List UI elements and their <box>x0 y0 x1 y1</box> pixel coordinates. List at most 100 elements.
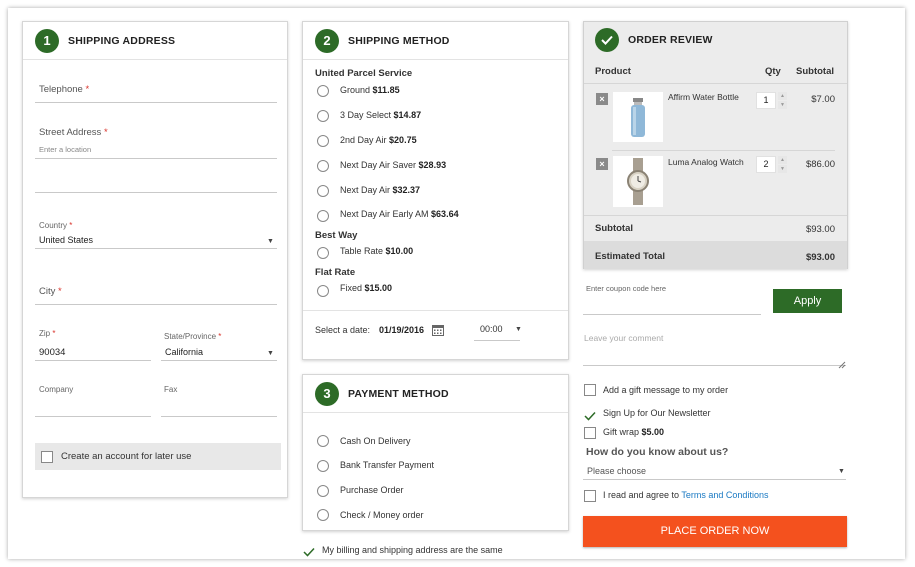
payment-radio[interactable] <box>317 435 329 447</box>
telephone-label: Telephone * <box>39 84 90 95</box>
create-account-checkbox[interactable] <box>41 451 53 463</box>
telephone-field[interactable] <box>35 102 277 103</box>
divider <box>612 150 835 151</box>
state-label: State/Province * <box>164 332 222 341</box>
rate-radio[interactable] <box>317 110 329 122</box>
payment-option: Bank Transfer Payment <box>340 460 435 470</box>
rate-radio[interactable] <box>317 185 329 197</box>
rate-option: 3 Day Select $14.87 <box>340 110 422 120</box>
payment-method-panel: 3 PAYMENT METHOD Cash On Delivery Bank T… <box>302 374 569 531</box>
item-subtotal: $86.00 <box>805 159 835 170</box>
rate-option: Next Day Air Early AM $63.64 <box>340 209 459 219</box>
chevron-down-icon: ▼ <box>267 350 274 357</box>
zip-label: Zip * <box>39 329 56 338</box>
fax-field[interactable] <box>161 416 277 417</box>
rate-option: Next Day Air $32.37 <box>340 185 421 195</box>
divider <box>584 83 847 84</box>
state-underline <box>161 360 277 361</box>
company-field[interactable] <box>35 416 151 417</box>
terms-link[interactable]: Terms and Conditions <box>681 490 768 500</box>
checkmark-icon[interactable] <box>584 408 596 421</box>
gift-message-checkbox[interactable] <box>584 384 596 396</box>
company-label: Company <box>39 385 74 394</box>
shipping-method-title: SHIPPING METHOD <box>348 34 450 47</box>
remove-item-button[interactable]: × <box>596 158 608 170</box>
payment-radio[interactable] <box>317 509 329 521</box>
gift-wrap-label: Gift wrap $5.00 <box>603 427 665 437</box>
country-label: Country * <box>39 221 73 230</box>
shipping-address-panel: 1 SHIPPING ADDRESS Telephone * Street Ad… <box>22 21 288 498</box>
resize-handle-icon[interactable] <box>837 356 846 369</box>
how-know-label: How do you know about us? <box>586 446 729 458</box>
gift-message-label: Add a gift message to my order <box>603 385 729 395</box>
calendar-icon[interactable] <box>432 323 444 336</box>
remove-item-button[interactable]: × <box>596 93 608 105</box>
rate-radio[interactable] <box>317 247 329 259</box>
rate-option: Ground $11.85 <box>340 85 400 95</box>
estimated-total-label: Estimated Total <box>595 251 666 262</box>
qty-input[interactable]: 1 <box>756 92 776 109</box>
zip-input[interactable]: 90034 <box>39 347 65 358</box>
delivery-time-select[interactable]: 00:00 <box>480 324 503 334</box>
col-qty-header: Qty <box>765 66 781 77</box>
col-product-header: Product <box>595 66 631 77</box>
item-name: Affirm Water Bottle <box>668 92 739 102</box>
order-review-header: ORDER REVIEW <box>584 22 847 58</box>
qty-stepper[interactable]: ▲ ▼ <box>778 92 787 109</box>
city-label: City * <box>39 286 62 297</box>
shipping-method-header: 2 SHIPPING METHOD <box>303 22 568 60</box>
payment-option: Cash On Delivery <box>340 436 411 446</box>
item-subtotal: $7.00 <box>811 94 835 105</box>
zip-underline <box>35 360 151 361</box>
carrier-ups-title: United Parcel Service <box>315 68 413 79</box>
time-underline <box>474 340 520 341</box>
rate-radio[interactable] <box>317 210 329 222</box>
gift-wrap-checkbox[interactable] <box>584 427 596 439</box>
item-name: Luma Analog Watch <box>668 157 744 167</box>
rate-radio[interactable] <box>317 135 329 147</box>
shipping-address-header: 1 SHIPPING ADDRESS <box>23 22 287 60</box>
divider <box>303 310 568 311</box>
divider <box>584 215 847 216</box>
comment-underline <box>583 365 846 366</box>
rate-option: Next Day Air Saver $28.93 <box>340 160 447 170</box>
street-address-line-2[interactable] <box>35 192 277 193</box>
qty-stepper[interactable]: ▲ ▼ <box>778 156 787 173</box>
rate-radio[interactable] <box>317 285 329 297</box>
create-account-row[interactable]: Create an account for later use <box>35 443 281 470</box>
comment-textarea[interactable]: Leave your comment <box>584 333 663 343</box>
step-number-1: 1 <box>35 28 59 53</box>
delivery-date-input[interactable]: 01/19/2016 <box>379 325 424 335</box>
order-review-title: ORDER REVIEW <box>628 34 713 46</box>
coupon-input[interactable]: Enter coupon code here <box>586 284 666 293</box>
payment-option: Purchase Order <box>340 485 404 495</box>
payment-radio[interactable] <box>317 460 329 472</box>
checkmark-icon[interactable] <box>303 544 315 557</box>
payment-radio[interactable] <box>317 485 329 497</box>
payment-method-title: PAYMENT METHOD <box>348 387 449 400</box>
estimated-total-value: $93.00 <box>805 252 835 263</box>
rate-radio[interactable] <box>317 85 329 97</box>
city-field[interactable] <box>35 304 277 305</box>
subtotal-label: Subtotal <box>595 223 633 234</box>
col-subtotal-header: Subtotal <box>796 66 834 77</box>
rate-option: Table Rate $10.00 <box>340 246 414 256</box>
qty-input[interactable]: 2 <box>756 156 776 173</box>
delivery-date-label: Select a date: <box>315 325 371 335</box>
subtotal-value: $93.00 <box>805 224 835 235</box>
street-address-label: Street Address * <box>39 127 108 138</box>
street-address-input[interactable]: Enter a location <box>39 145 91 154</box>
newsletter-label: Sign Up for Our Newsletter <box>603 408 711 418</box>
rate-radio[interactable] <box>317 160 329 172</box>
apply-coupon-button[interactable]: Apply <box>773 289 842 313</box>
state-select[interactable]: California <box>165 347 203 357</box>
street-address-line-1 <box>35 158 277 159</box>
payment-method-header: 3 PAYMENT METHOD <box>303 375 568 413</box>
country-underline <box>35 248 277 249</box>
terms-checkbox[interactable] <box>584 490 596 502</box>
how-know-select[interactable]: Please choose <box>587 466 646 476</box>
rate-option: 2nd Day Air $20.75 <box>340 135 417 145</box>
place-order-button[interactable]: PLACE ORDER NOW <box>583 516 847 547</box>
country-select[interactable]: United States <box>39 235 93 245</box>
chevron-down-icon: ▼ <box>838 468 845 475</box>
